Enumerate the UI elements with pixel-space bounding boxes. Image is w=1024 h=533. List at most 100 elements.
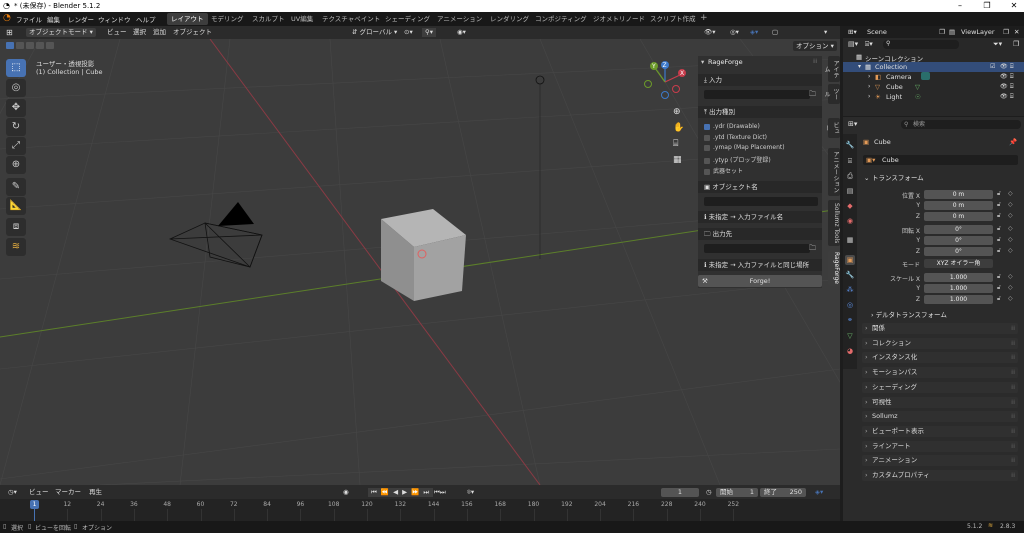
forge-button[interactable]: ⚒ Forge!: [698, 275, 822, 287]
menu-select[interactable]: 選択: [133, 28, 146, 37]
tab-sollumz-tools[interactable]: Sollumz Tools: [828, 200, 840, 246]
pan-hand-icon[interactable]: ✋: [673, 123, 684, 133]
checkbox-weapon-set-box[interactable]: [704, 168, 710, 175]
properties-editor-icon[interactable]: ⊞▾: [848, 120, 857, 128]
camera-data-icon[interactable]: [921, 72, 930, 80]
section-6[interactable]: Sollumz ⁞⁞: [862, 411, 1018, 423]
blender-menu-icon[interactable]: ◔: [3, 13, 11, 23]
light-render-icon[interactable]: ⌸: [1010, 93, 1014, 101]
outliner-light[interactable]: › ☀ Light ☉ 👁 ⌸: [843, 92, 1024, 102]
keyframe-icon[interactable]: ◇: [1008, 212, 1013, 219]
scale-x-field[interactable]: 1.000: [924, 273, 993, 282]
output-folder-icon[interactable]: 🗀: [809, 244, 816, 255]
select-box-mode-icon[interactable]: [6, 42, 14, 49]
zoom-icon[interactable]: ⊕: [673, 107, 681, 117]
timeline-menu-playback[interactable]: 再生: [89, 488, 102, 497]
outliner-cube[interactable]: › ▽ Cube ▽ 👁 ⌸: [843, 82, 1024, 92]
transform-tool-icon[interactable]: ⊕: [6, 156, 26, 174]
timeline-menu-marker[interactable]: マーカー: [55, 488, 81, 497]
keyframe-jump-icon[interactable]: ⏮⏭: [434, 488, 446, 497]
keyframe-icon[interactable]: ◇: [1008, 201, 1013, 208]
scene-tab-icon[interactable]: ◆: [845, 201, 855, 211]
delta-transform-header[interactable]: › デルタトランスフォーム: [871, 309, 947, 319]
measure-tool-icon[interactable]: 📐: [6, 197, 26, 215]
drag-handle-icon[interactable]: ⁞⁞: [1011, 338, 1015, 349]
drag-handle-icon[interactable]: ⁞⁞: [1011, 411, 1015, 422]
checkbox-ydr-box[interactable]: [704, 123, 710, 130]
collection-visibility-icon[interactable]: 👁: [1000, 63, 1008, 70]
panel-collapse-icon[interactable]: ▾: [701, 58, 704, 66]
tab-scripting[interactable]: スクリプト作成: [646, 13, 700, 25]
menu-add[interactable]: 追加: [153, 28, 166, 37]
constraints-tab-icon[interactable]: ⚭: [845, 315, 855, 325]
new-collection-icon[interactable]: ❐: [1013, 40, 1019, 48]
keying-icon[interactable]: ⌾▾: [467, 488, 474, 497]
expand-icon[interactable]: ›: [868, 83, 870, 90]
location-z-field[interactable]: 0 m: [924, 212, 993, 221]
checkbox-ydr[interactable]: .ydr (Drawable): [704, 123, 760, 130]
section-2[interactable]: インスタンス化 ⁞⁞: [862, 352, 1018, 364]
checkbox-ymap[interactable]: .ymap (Map Placement): [704, 144, 785, 151]
section-4[interactable]: シェーディング ⁞⁞: [862, 381, 1018, 393]
collapse-icon[interactable]: ▾: [858, 63, 861, 70]
input-folder-icon[interactable]: 🗀: [809, 90, 816, 101]
modifier-tab-icon[interactable]: 🔧: [845, 270, 855, 280]
cursor-tool-icon[interactable]: ◎: [6, 79, 26, 97]
tab-modeling[interactable]: モデリング: [207, 13, 248, 25]
scale-z-field[interactable]: 1.000: [924, 295, 993, 304]
current-frame-field[interactable]: 1: [661, 488, 699, 497]
remove-viewlayer-icon[interactable]: ✕: [1014, 28, 1019, 36]
rotation-x-field[interactable]: 0°: [924, 225, 993, 234]
keyframe-icon[interactable]: ◇: [1008, 225, 1013, 232]
menu-file[interactable]: ファイル: [16, 14, 42, 24]
lock-icon[interactable]: 🔓︎: [997, 190, 1001, 198]
output-path-field[interactable]: [704, 244, 810, 253]
playback-controls[interactable]: ⏮ ⏪ ◀ ▶ ⏩ ⏭: [368, 488, 434, 497]
checkbox-ytd[interactable]: .ytd (Texture Dict): [704, 134, 767, 141]
menu-help[interactable]: ヘルプ: [136, 14, 156, 24]
tab-sculpt[interactable]: スカルプト: [248, 13, 289, 25]
menu-object[interactable]: オブジェクト: [173, 28, 212, 37]
timeline-menu-view[interactable]: ビュー: [29, 488, 49, 497]
menu-render[interactable]: レンダー: [68, 14, 94, 24]
orientation-dropdown[interactable]: ⇵ グローバル ▾: [352, 28, 397, 37]
lock-icon[interactable]: 🔓︎: [997, 201, 1001, 209]
keyframe-icon[interactable]: ◇: [1008, 236, 1013, 243]
overlay-icon[interactable]: ◎▾: [730, 28, 739, 37]
scale-tool-icon[interactable]: ⤢: [6, 137, 26, 155]
timeline-editor-icon[interactable]: ◷▾: [8, 488, 17, 497]
outliner-search-input[interactable]: ⚲: [883, 40, 959, 49]
drag-handle-icon[interactable]: ⁞⁞: [1011, 470, 1015, 481]
timeline-view-icon[interactable]: ◈▾: [815, 488, 823, 497]
panel-drag-icon[interactable]: ⁞⁞: [813, 57, 817, 65]
light-data-icon[interactable]: ☉: [915, 93, 921, 101]
tab-shading[interactable]: シェーディング: [381, 13, 434, 25]
maximize-icon[interactable]: ❐: [978, 0, 996, 12]
drag-handle-icon[interactable]: ⁞⁞: [1011, 397, 1015, 408]
particles-tab-icon[interactable]: ⁂: [845, 285, 855, 295]
ortho-grid-icon[interactable]: ▦: [673, 155, 682, 165]
expand-icon[interactable]: ›: [868, 73, 870, 80]
record-icon[interactable]: ◉: [343, 488, 349, 497]
lock-icon[interactable]: 🔓︎: [997, 247, 1001, 255]
keyframe-icon[interactable]: ◇: [1008, 295, 1013, 302]
start-frame-field[interactable]: 開始 1: [716, 488, 758, 497]
physics-tab-icon[interactable]: ◎: [845, 300, 855, 310]
tab-uv[interactable]: UV編集: [287, 13, 317, 25]
drag-handle-icon[interactable]: ⁞⁞: [1011, 352, 1015, 363]
rotation-mode-field[interactable]: XYZ オイラー角: [924, 259, 993, 268]
checkbox-ymap-box[interactable]: [704, 144, 710, 151]
tab-compositing[interactable]: コンポジティング: [531, 13, 591, 25]
checkbox-weapon-set[interactable]: 武器セット: [704, 166, 743, 175]
light-visibility-icon[interactable]: 👁: [1000, 93, 1008, 100]
collection-checkbox-icon[interactable]: ☑: [990, 63, 995, 70]
drag-handle-icon[interactable]: ⁞⁞: [1011, 441, 1015, 452]
filter-icon[interactable]: ⏷▾: [993, 40, 1002, 49]
annotate-tool-icon[interactable]: ✎: [6, 178, 26, 196]
xray-icon[interactable]: ◈▾: [750, 28, 758, 37]
camera-view-icon[interactable]: ⌸: [673, 139, 678, 149]
select-extend-icon[interactable]: [16, 42, 24, 49]
drag-handle-icon[interactable]: ⁞⁞: [1011, 367, 1015, 378]
viewlayer-name[interactable]: ViewLayer: [961, 28, 995, 36]
data-tab-icon[interactable]: ▽: [845, 331, 855, 341]
